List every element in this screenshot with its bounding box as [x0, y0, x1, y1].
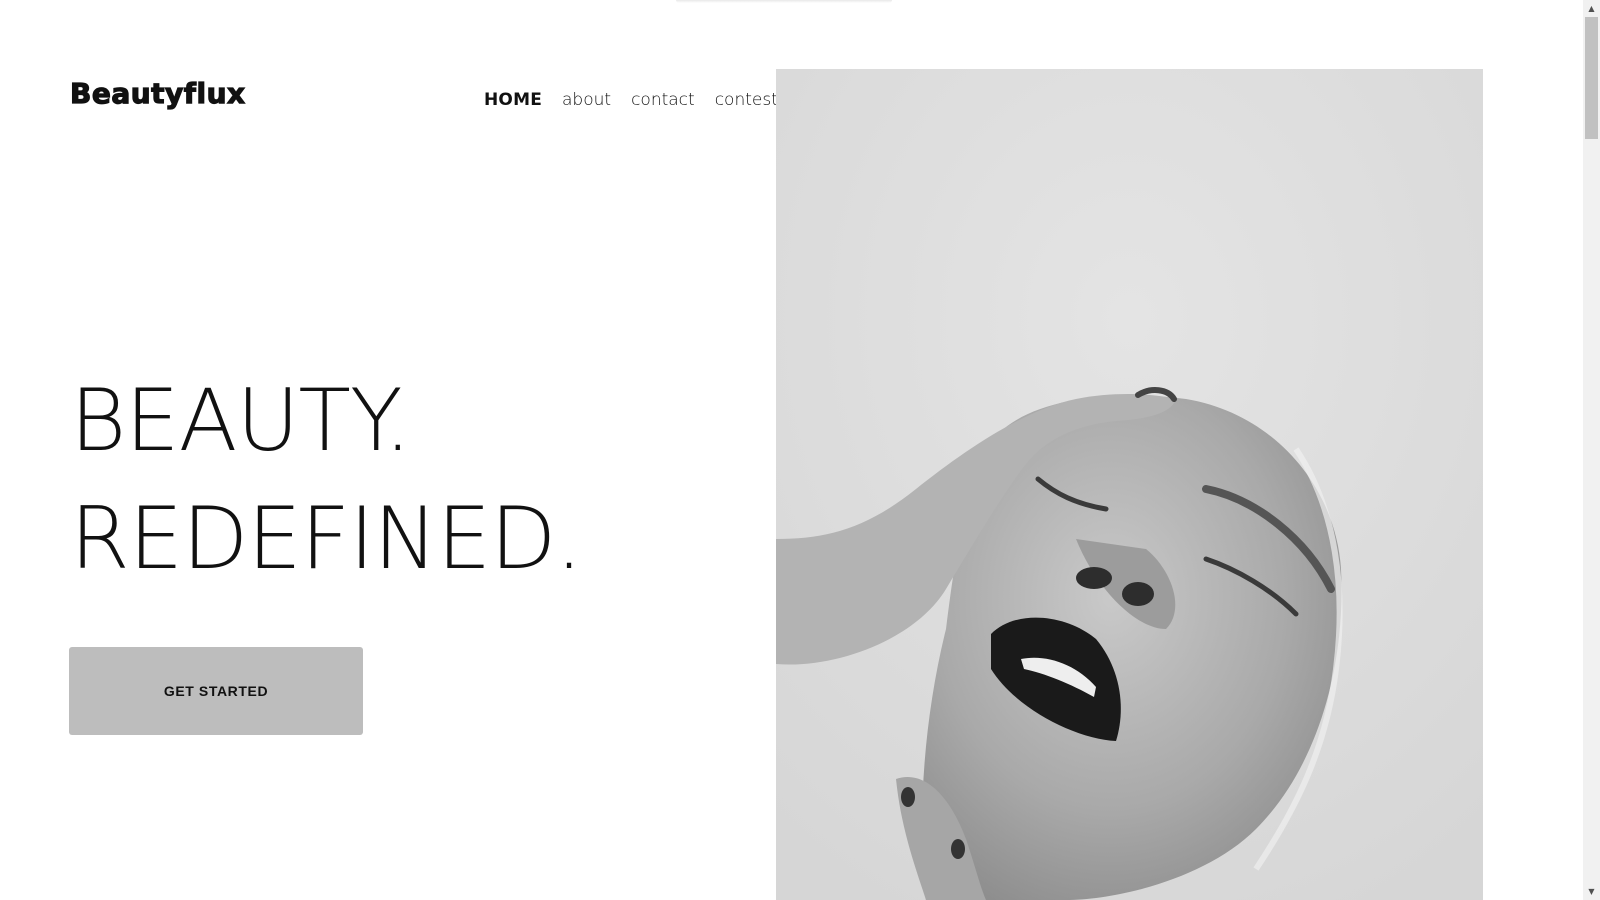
chevron-up-icon[interactable]: ▲: [1583, 0, 1600, 17]
hero-headline-line-2: REDEFINED.: [70, 489, 583, 589]
main-nav: HOME about contact contest: [484, 88, 778, 112]
hero-headline-line-1: BEAUTY.: [70, 371, 411, 471]
page-scrollbar[interactable]: ▲ ▼: [1583, 0, 1600, 900]
portrait-illustration: [776, 69, 1483, 900]
nav-about-link[interactable]: about: [562, 88, 611, 112]
nav-home-link[interactable]: HOME: [484, 88, 542, 112]
hero-headline: BEAUTY. REDEFINED.: [70, 362, 583, 598]
top-edge-shadow: [676, 0, 892, 3]
nav-contest-link[interactable]: contest: [715, 88, 778, 112]
scrollbar-thumb[interactable]: [1585, 17, 1598, 139]
chevron-down-icon[interactable]: ▼: [1583, 883, 1600, 900]
nav-contact-link[interactable]: contact: [631, 88, 695, 112]
hero-photo: [776, 69, 1483, 900]
site-logo[interactable]: Beautyflux: [69, 74, 245, 114]
get-started-button[interactable]: GET STARTED: [69, 647, 363, 735]
